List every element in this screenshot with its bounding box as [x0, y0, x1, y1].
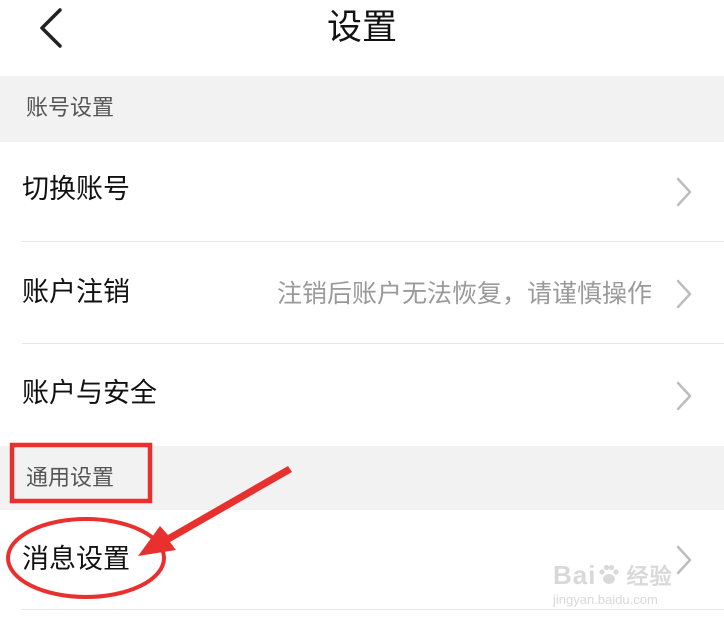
- chevron-right-icon: [676, 177, 692, 207]
- paw-icon: [599, 564, 620, 584]
- top-nav-bar: 设置: [0, 0, 724, 76]
- watermark-brand: Bai: [553, 560, 597, 590]
- settings-item-hint: 注销后账户无法恢复，请谨慎操作: [276, 279, 652, 308]
- settings-item-label: 消息设置: [22, 544, 130, 575]
- section-title: 账号设置: [26, 96, 115, 121]
- chevron-right-icon: [676, 381, 692, 411]
- settings-item-label: 切换账号: [22, 174, 130, 205]
- section-header-general: 通用设置: [0, 446, 724, 510]
- settings-item-delete-account[interactable]: 账户注销 注销后账户无法恢复，请谨慎操作: [0, 242, 724, 344]
- watermark-url: jingyan.baidu.com: [553, 592, 658, 607]
- watermark-brand-suffix: 经验: [626, 564, 673, 589]
- page-title: 设置: [326, 8, 397, 48]
- settings-item-label: 账户注销: [22, 277, 130, 308]
- section-title: 通用设置: [26, 466, 115, 491]
- baidu-jingyan-watermark: Bai 经验 jingyan.baidu.com: [553, 560, 703, 616]
- settings-item-label: 账户与安全: [22, 378, 157, 409]
- settings-item-switch-account[interactable]: 切换账号: [0, 142, 724, 242]
- section-header-account: 账号设置: [0, 76, 724, 142]
- chevron-right-icon: [676, 279, 692, 309]
- settings-item-account-security[interactable]: 账户与安全: [0, 344, 724, 446]
